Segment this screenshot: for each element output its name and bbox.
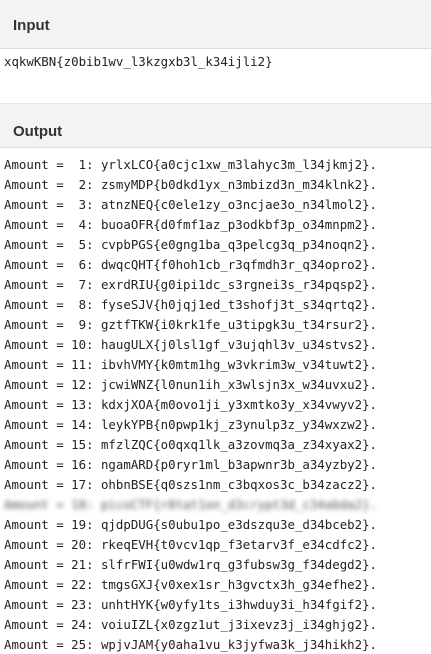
- output-line: Amount = 14: leykYPB{n0pwp1kj_z3ynulp3z_…: [4, 417, 377, 432]
- output-line: Amount = 4: buoaOFR{d0fmf1az_p3odkbf3p_o…: [4, 217, 377, 232]
- output-line: Amount = 22: tmgsGXJ{v0xex1sr_h3gvctx3h_…: [4, 577, 377, 592]
- input-title: Input: [13, 17, 50, 34]
- output-line: Amount = 8: fyseSJV{h0jqj1ed_t3shofj3t_s…: [4, 297, 377, 312]
- output-line: Amount = 5: cvpbPGS{e0gng1ba_q3pelcg3q_p…: [4, 237, 377, 252]
- output-line: Amount = 3: atnzNEQ{c0ele1zy_o3ncjae3o_n…: [4, 197, 377, 212]
- output-line: Amount = 10: haugULX{j0lsl1gf_v3ujqhl3v_…: [4, 337, 377, 352]
- output-line: Amount = 25: wpjvJAM{y0aha1vu_k3jyfwa3k_…: [4, 637, 377, 652]
- output-line: Amount = 23: unhtHYK{w0yfy1ts_i3hwduy3i_…: [4, 597, 377, 612]
- output-line: Amount = 6: dwqcQHT{f0hoh1cb_r3qfmdh3r_q…: [4, 257, 377, 272]
- output-line: Amount = 15: mfzlZQC{o0qxq1lk_a3zovmq3a_…: [4, 437, 377, 452]
- output-line: Amount = 21: slfrFWI{u0wdw1rq_g3fubsw3g_…: [4, 557, 377, 572]
- output-line: Amount = 2: zsmyMDP{b0dkd1yx_n3mbizd3n_m…: [4, 177, 377, 192]
- output-line: Amount = 1: yrlxLCO{a0cjc1xw_m3lahyc3m_l…: [4, 157, 377, 172]
- output-title: Output: [13, 123, 63, 140]
- output-line: Amount = 11: ibvhVMY{k0mtm1hg_w3vkrim3w_…: [4, 357, 377, 372]
- output-line: Amount = 24: voiuIZL{x0zgz1ut_j3ixevz3j_…: [4, 617, 377, 632]
- output-line: Amount = 9: gztfTKW{i0krk1fe_u3tipgk3u_t…: [4, 317, 377, 332]
- output-line: Amount = 19: qjdpDUG{s0ubu1po_e3dszqu3e_…: [4, 517, 377, 532]
- input-panel-header: Input: [0, 0, 431, 49]
- output-line: Amount = 20: rkeqEVH{t0vcv1qp_f3etarv3f_…: [4, 537, 377, 552]
- output-line: Amount = 12: jcwiWNZ{l0nun1ih_x3wlsjn3x_…: [4, 377, 377, 392]
- output-line: Amount = 17: ohbnBSE{q0szs1nm_c3bqxos3c_…: [4, 477, 377, 492]
- output-line: Amount = 13: kdxjXOA{m0ovo1ji_y3xmtko3y_…: [4, 397, 377, 412]
- output-line: Amount = 16: ngamARD{p0ryr1ml_b3apwnr3b_…: [4, 457, 377, 472]
- output-textarea[interactable]: Amount = 1: yrlxLCO{a0cjc1xw_m3lahyc3m_l…: [0, 148, 431, 654]
- output-line-blurred: Amount = 18: picoCTF{r0tat1on_d3crypt3d_…: [4, 497, 377, 512]
- input-textarea[interactable]: xqkwKBN{z0bib1wv_l3kzgxb3l_k34ijli2}: [0, 49, 431, 103]
- output-line: Amount = 7: exrdRIU{g0ipi1dc_s3rgnei3s_r…: [4, 277, 377, 292]
- output-panel-header: Output: [0, 103, 431, 148]
- input-value: xqkwKBN{z0bib1wv_l3kzgxb3l_k34ijli2}: [4, 54, 273, 69]
